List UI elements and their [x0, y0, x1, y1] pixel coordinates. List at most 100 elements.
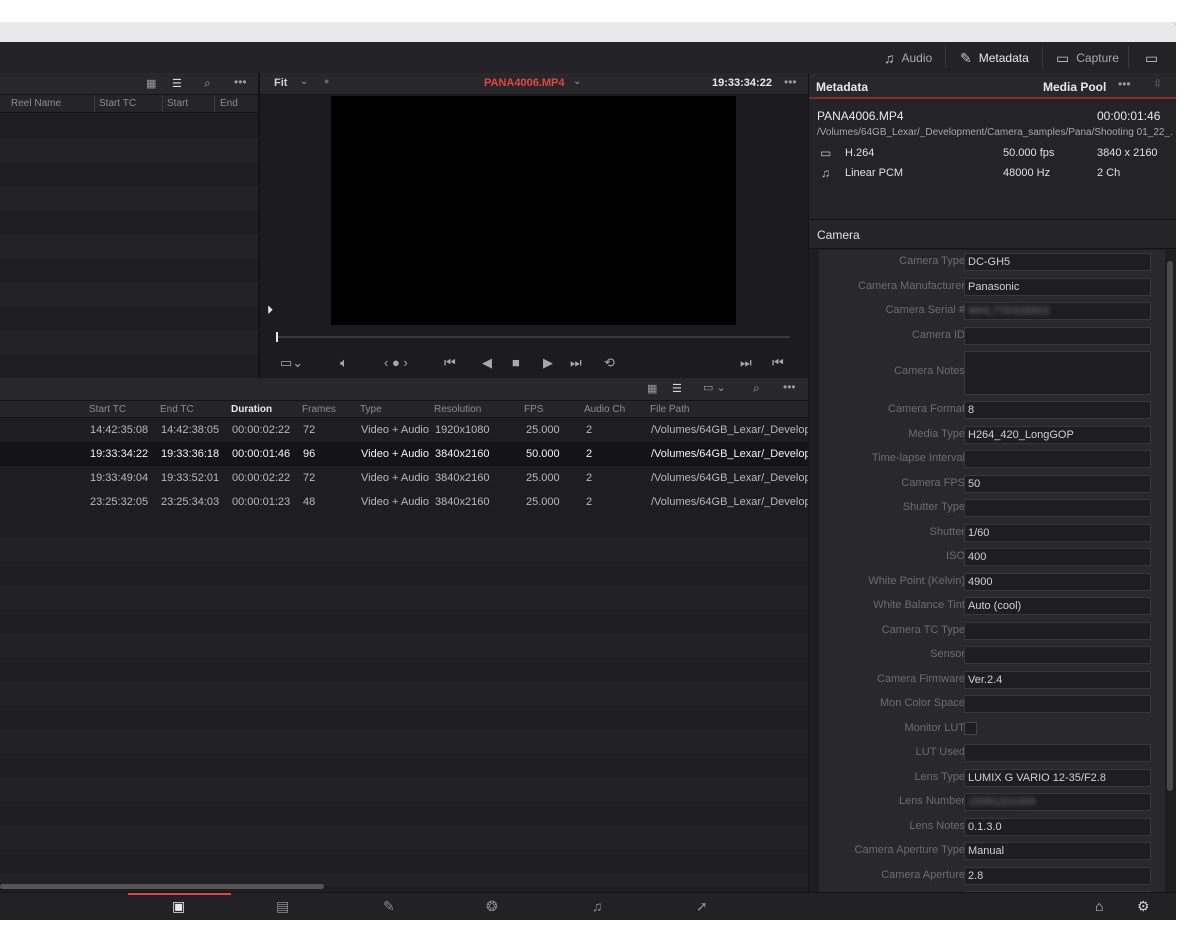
home-icon[interactable]: ⌂	[1095, 898, 1103, 914]
media-list-empty-area[interactable]	[0, 514, 808, 886]
stop-icon[interactable]: ■	[512, 355, 520, 370]
view-mode-icon[interactable]: ▭⌄	[280, 355, 303, 371]
metadata-field-label: Camera ID	[911, 328, 965, 341]
more-options-icon[interactable]: •••	[784, 75, 797, 89]
metadata-field-input[interactable]	[964, 450, 1151, 468]
metadata-field-input[interactable]: 0.1.3.0	[964, 817, 1151, 836]
metadata-field-input[interactable]	[964, 326, 1151, 345]
color-page-icon[interactable]: ❂	[486, 898, 498, 915]
bin-list-area[interactable]	[0, 114, 258, 378]
deliver-page-icon[interactable]: ➚	[696, 898, 708, 915]
metadata-field-input[interactable]: 8	[964, 401, 1151, 419]
table-row[interactable]: 23:25:32:05 23:25:34:03 00:00:01:23 48 V…	[0, 490, 808, 514]
search-icon[interactable]: ⌕	[204, 76, 211, 91]
metadata-field-input[interactable]	[964, 744, 1151, 762]
video-codec: H.264	[845, 147, 875, 159]
metadata-field-input[interactable]: WHL7TK926903	[964, 302, 1151, 320]
camera-section-header[interactable]: Camera	[809, 219, 1176, 249]
metadata-field-input[interactable]	[964, 695, 1151, 713]
metadata-field-input[interactable]: 15081201404	[964, 793, 1151, 811]
play-from-in-icon[interactable]: ⏵	[267, 303, 273, 318]
metadata-field-row: Camera Manufacturer Panasonic	[819, 275, 1165, 299]
list-view-icon[interactable]: ☰	[172, 77, 182, 90]
fusion-page-icon[interactable]: ✎	[383, 898, 395, 915]
metadata-field-input[interactable]: 4900	[964, 572, 1151, 591]
metadata-field-input[interactable]: 1/60	[964, 523, 1151, 542]
last-frame-icon[interactable]: ⏭	[570, 355, 582, 371]
scrubber-bar[interactable]	[277, 336, 790, 338]
gear-icon[interactable]: ⚙	[1137, 898, 1150, 915]
capture-tab-button[interactable]: ▭ Capture	[1056, 47, 1119, 69]
column-resolution[interactable]: Resolution	[434, 401, 481, 419]
chevron-down-icon[interactable]: ⌄	[573, 76, 581, 87]
column-end-tc[interactable]: End TC	[160, 401, 194, 419]
search-icon[interactable]: ⌕	[753, 381, 760, 396]
video-frame[interactable]	[331, 96, 736, 325]
column-fps[interactable]: FPS	[524, 401, 543, 419]
column-start[interactable]: Start	[167, 98, 188, 109]
more-options-icon[interactable]: •••	[783, 380, 796, 394]
play-icon[interactable]: ▶	[543, 355, 553, 371]
audio-tab-button[interactable]: ♫ Audio	[884, 47, 932, 69]
metadata-field-input[interactable]: DC-GH5	[964, 253, 1151, 271]
metadata-field-input[interactable]: Manual	[964, 842, 1151, 860]
play-reverse-icon[interactable]: ◀	[482, 355, 492, 371]
prev-clip-icon[interactable]: ⏮	[772, 355, 784, 371]
jog-icon[interactable]: ‹ ● ›	[384, 355, 408, 370]
metadata-field-input[interactable]	[964, 646, 1151, 664]
fairlight-page-icon[interactable]: ♫	[592, 898, 603, 914]
thumbnail-view-icon[interactable]: ▦	[146, 77, 156, 90]
metadata-field-input[interactable]: Ver.2.4	[964, 670, 1151, 689]
more-options-icon[interactable]: •••	[1118, 77, 1131, 91]
column-start-tc[interactable]: Start TC	[99, 98, 136, 109]
metadata-field-input[interactable]: H264_420_LongGOP	[964, 425, 1151, 444]
metadata-field-input[interactable]	[964, 499, 1151, 517]
column-start-tc[interactable]: Start TC	[89, 401, 126, 419]
metadata-field-input[interactable]: 2.8	[964, 866, 1151, 885]
list-view-icon[interactable]: ☰	[672, 382, 682, 395]
metadata-field-input[interactable]: 400	[964, 548, 1151, 566]
metadata-field-input[interactable]	[964, 351, 1151, 395]
table-row[interactable]: 19:33:49:04 19:33:52:01 00:00:02:22 72 V…	[0, 466, 808, 490]
playhead[interactable]	[276, 332, 278, 342]
metadata-field-label: Camera FPS	[901, 476, 965, 489]
viewer-clip-name[interactable]: PANA4006.MP4	[484, 77, 565, 89]
metadata-field-input[interactable]	[964, 621, 1151, 640]
monitor-icon[interactable]: ▭	[1145, 47, 1165, 69]
metadata-field-label: ISO	[946, 550, 965, 562]
zoom-select[interactable]: Fit	[274, 77, 287, 89]
media-page-icon[interactable]: ▣	[172, 898, 185, 915]
column-type[interactable]: Type	[360, 401, 382, 419]
music-note-icon: ♫	[884, 50, 895, 66]
column-reel-name[interactable]: Reel Name	[11, 98, 61, 109]
volume-icon[interactable]: 🔈︎	[340, 355, 348, 371]
metadata-tab-button[interactable]: ✎ Metadata	[960, 47, 1029, 69]
next-clip-icon[interactable]: ⏭	[740, 355, 752, 371]
metadata-field-input[interactable]: 50	[964, 474, 1151, 493]
media-pool-label[interactable]: Media Pool	[1043, 80, 1106, 94]
chevron-down-icon[interactable]: ⌄	[300, 76, 308, 87]
column-frames[interactable]: Frames	[302, 401, 336, 419]
more-options-icon[interactable]: •••	[234, 75, 247, 89]
metadata-field-input[interactable]: Panasonic	[964, 277, 1151, 296]
table-row[interactable]: 14:42:35:08 14:42:38:05 00:00:02:22 72 V…	[0, 418, 808, 442]
clip-duration: 00:00:01:46	[1097, 109, 1161, 123]
thumbnail-view-icon[interactable]: ▦	[647, 382, 657, 395]
clip-view-icon[interactable]: ▭ ⌄	[703, 381, 726, 394]
horizontal-scrollbar[interactable]	[0, 884, 324, 889]
metadata-field-input[interactable]: LUMIX G VARIO 12-35/F2.8	[964, 768, 1151, 787]
sort-icon[interactable]: ⇳	[1153, 77, 1162, 90]
metadata-field-input[interactable]: Auto (cool)	[964, 597, 1151, 615]
table-row-selected[interactable]: 19:33:34:22 19:33:36:18 00:00:01:46 96 V…	[0, 442, 808, 466]
column-duration[interactable]: Duration	[231, 401, 272, 419]
monitor-lut-checkbox[interactable]	[964, 721, 977, 735]
edit-page-icon[interactable]: ▤	[276, 898, 289, 915]
metadata-field-row: Lens Type LUMIX G VARIO 12-35/F2.8	[819, 766, 1165, 790]
column-end[interactable]: End	[220, 98, 238, 109]
video-resolution: 3840 x 2160	[1097, 147, 1158, 159]
metadata-scrollbar[interactable]	[1167, 261, 1173, 791]
loop-icon[interactable]: ⟲	[604, 355, 615, 371]
column-file-path[interactable]: File Path	[650, 401, 689, 419]
column-audio-ch[interactable]: Audio Ch	[584, 401, 625, 419]
first-frame-icon[interactable]: ⏮	[444, 355, 456, 371]
